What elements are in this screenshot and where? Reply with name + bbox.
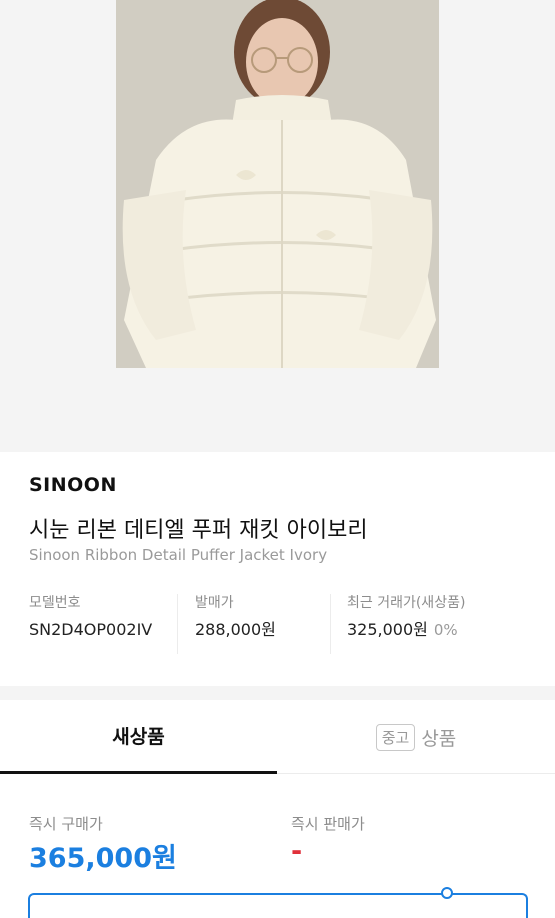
instant-sell-price[interactable]: - <box>291 836 302 867</box>
release-price-label: 발매가 <box>195 595 234 611</box>
instant-buy-label: 즉시 구매가 <box>29 815 103 833</box>
release-price: 발매가 288,000원 <box>195 592 325 656</box>
recent-trade-price-value: 325,000원 <box>347 620 428 639</box>
tab-used-label: 상품 <box>421 727 457 750</box>
price-section: 즉시 구매가 365,000원 즉시 판매가 - <box>0 774 555 918</box>
product-title-en: Sinoon Ribbon Detail Puffer Jacket Ivory <box>29 546 328 564</box>
model-number: 모델번호 SN2D4OP002IV <box>29 592 169 656</box>
tab-new-product[interactable]: 새상품 <box>0 700 277 774</box>
recent-trade-price-value-row: 325,000원 0% <box>347 620 537 640</box>
product-title-ko: 시눈 리본 데티엘 푸퍼 재킷 아이보리 <box>29 518 368 543</box>
tab-new-label: 새상품 <box>112 726 165 748</box>
instant-buy-price[interactable]: 365,000원 <box>29 836 177 875</box>
used-badge: 중고 <box>375 723 416 751</box>
model-number-value: SN2D4OP002IV <box>29 620 153 639</box>
section-divider <box>0 686 555 700</box>
model-number-label: 모델번호 <box>29 595 81 611</box>
product-image-area <box>0 0 555 452</box>
instant-sell-label: 즉시 판매가 <box>291 815 365 833</box>
purchase-option-box[interactable] <box>28 893 528 918</box>
tab-used-product[interactable]: 중고 상품 <box>277 700 555 774</box>
meta-divider <box>177 594 178 654</box>
tooltip-pointer <box>441 887 453 899</box>
meta-divider <box>330 594 331 654</box>
recent-trade-change: 0% <box>433 621 458 639</box>
product-info: SINOON 시눈 리본 데티엘 푸퍼 재킷 아이보리 Sinoon Ribbo… <box>0 452 555 686</box>
condition-tabs: 새상품 중고 상품 <box>0 700 555 774</box>
brand-name[interactable]: SINOON <box>29 474 117 496</box>
recent-trade-price[interactable]: 최근 거래가(새상품) 325,000원 0% <box>347 592 537 656</box>
product-photo[interactable] <box>116 0 439 368</box>
release-price-value: 288,000원 <box>195 620 276 639</box>
recent-trade-price-label: 최근 거래가(새상품) <box>347 595 466 611</box>
